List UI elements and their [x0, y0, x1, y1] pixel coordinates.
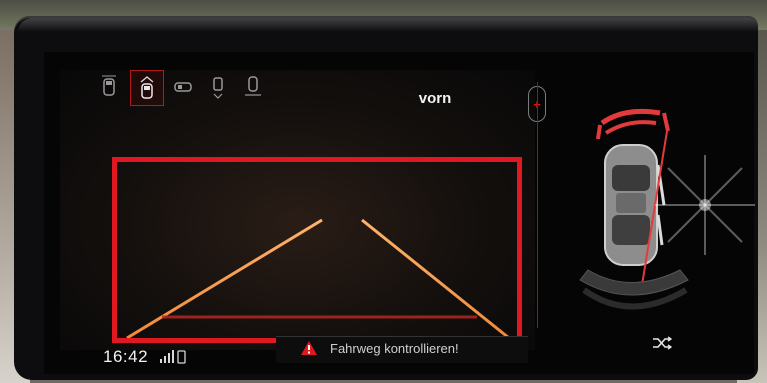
view-title: vorn: [418, 90, 452, 107]
camera-view-selector: [93, 70, 273, 106]
guide-line-left: [126, 218, 323, 338]
rear-window: [612, 215, 650, 245]
front-left-sensor: [596, 124, 602, 140]
windshield: [612, 165, 650, 191]
panel-divider: [537, 82, 538, 328]
warning-triangle-icon: [301, 341, 317, 355]
car-roof: [616, 193, 646, 213]
guide-line-right: [361, 218, 510, 338]
clock-time: 16:42: [103, 347, 149, 366]
front-sensor-arc-inner: [604, 120, 657, 135]
signal-strength-icon: [160, 350, 186, 364]
parking-guide-lines: [126, 218, 510, 338]
bezel-glare: [18, 18, 758, 32]
rear-view-icon[interactable]: [93, 70, 125, 104]
360-view-icon[interactable]: [237, 70, 269, 104]
shuffle-icon[interactable]: [652, 336, 672, 350]
rear-sensor-zone: [579, 269, 689, 296]
front-view-icon[interactable]: [130, 70, 164, 106]
top-view-icon[interactable]: [202, 70, 234, 104]
side-view-icon[interactable]: [167, 70, 199, 104]
vehicle-top-view: [579, 108, 689, 310]
warning-message: Fahrweg kontrollieren!: [330, 341, 459, 356]
